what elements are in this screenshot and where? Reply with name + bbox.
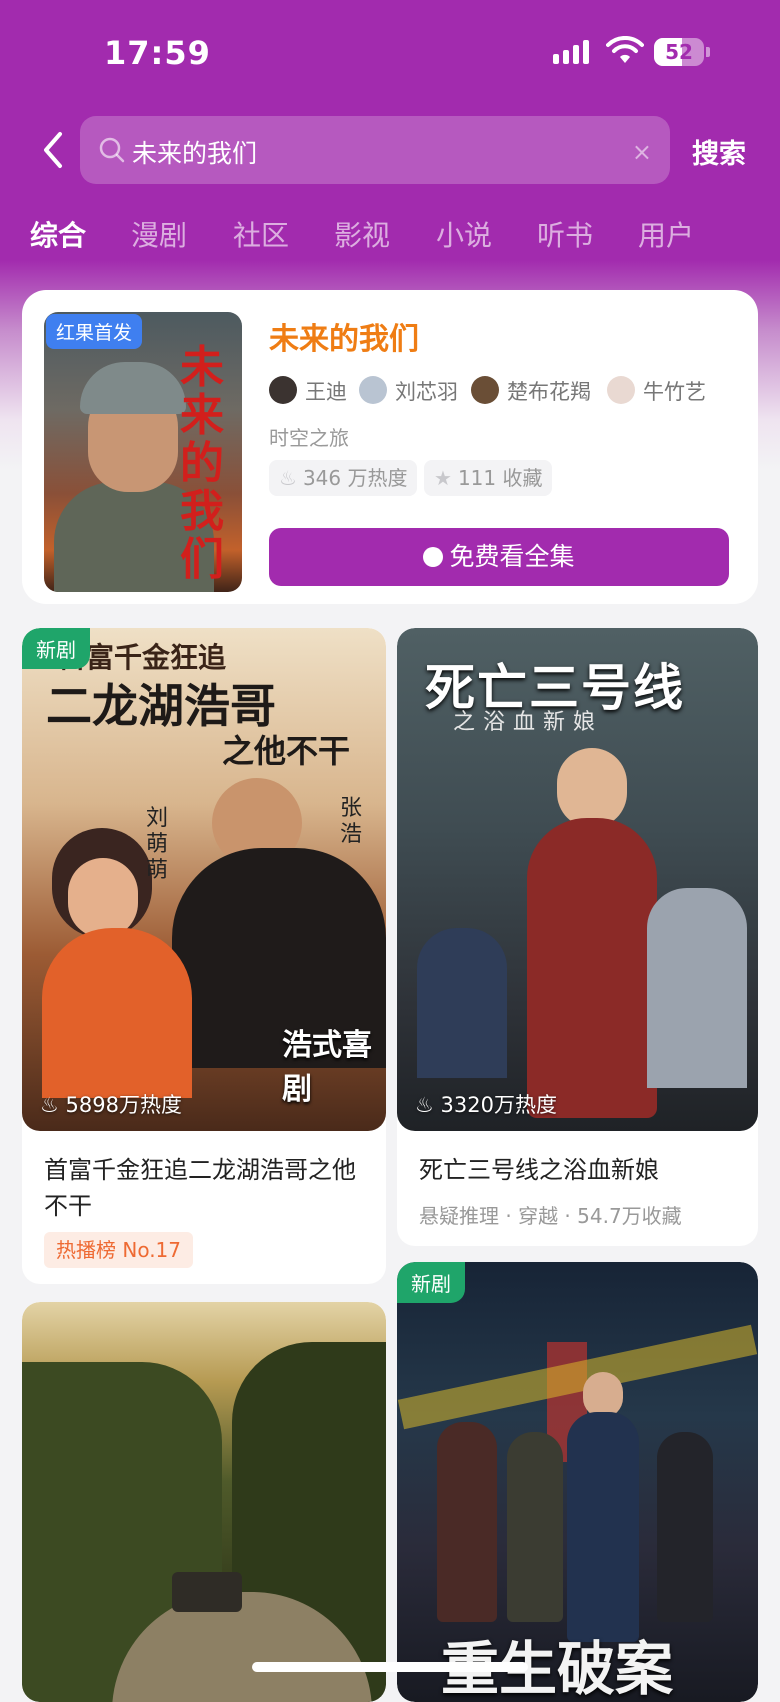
search-icon	[99, 137, 125, 163]
drama-card[interactable]: 重生破案 新剧	[397, 1262, 758, 1702]
top-result-card[interactable]: 未来的我们 红果首发 未来的我们 王迪 刘芯羽 楚布花羯 牛竹艺 时空之旅 ♨ 3…	[22, 290, 758, 604]
search-query[interactable]: 未来的我们	[132, 134, 257, 170]
cast-list: 王迪 刘芯羽 楚布花羯 牛竹艺	[269, 374, 749, 408]
status-bar: 17:59 52	[0, 0, 780, 100]
cast-name: 楚布花羯	[507, 380, 591, 404]
poster-subtitle: 之他不干	[222, 732, 351, 770]
cast-name: 牛竹艺	[643, 380, 706, 404]
drama-card[interactable]: 首富千金狂追 二龙湖浩哥 之他不干 刘萌萌 张浩 浩式喜剧 ♨ 5898万热度 …	[22, 628, 386, 1284]
watch-full-series-button[interactable]: 免费看全集	[269, 528, 729, 586]
avatar	[269, 376, 297, 404]
drama-card[interactable]: 死亡三号线 之浴血新娘 ♨ 3320万热度 死亡三号线之浴血新娘 悬疑推理 · …	[397, 628, 758, 1246]
poster-figure-body	[42, 928, 192, 1098]
poster-figure-body	[507, 1432, 563, 1622]
drama-card[interactable]	[22, 1302, 386, 1702]
cast-name: 王迪	[305, 380, 347, 404]
clear-search-icon[interactable]: ×	[632, 138, 652, 166]
status-time: 17:59	[104, 34, 211, 72]
poster-figure-face	[68, 858, 138, 938]
drama-poster[interactable]: 首富千金狂追 二龙湖浩哥 之他不干 刘萌萌 张浩 浩式喜剧 ♨ 5898万热度 …	[22, 628, 386, 1131]
poster-figure-face	[557, 748, 627, 828]
tab-comic-drama[interactable]: 漫剧	[131, 214, 187, 254]
poster-heat: ♨ 5898万热度	[40, 1089, 182, 1119]
poster-subtitle: 之浴血新娘	[453, 710, 604, 735]
new-drama-tag: 新剧	[397, 1262, 465, 1303]
battery-tip	[706, 47, 710, 57]
drama-meta: 悬疑推理 · 穿越 · 54.7万收藏	[419, 1204, 682, 1228]
poster-name: 张浩	[340, 796, 363, 847]
drama-title[interactable]: 首富千金狂追二龙湖浩哥之他不干	[44, 1152, 364, 1224]
watch-button-label: 免费看全集	[449, 542, 575, 571]
tab-users[interactable]: 用户	[638, 214, 694, 254]
poster-figure-body	[657, 1432, 713, 1622]
drama-title[interactable]: 死亡三号线之浴血新娘	[419, 1152, 739, 1188]
heat-chip: ♨ 346 万热度	[269, 460, 418, 496]
heat-value: 346 万热度	[302, 466, 408, 490]
tab-film-tv[interactable]: 影视	[334, 214, 390, 254]
flame-icon: ♨	[415, 1093, 441, 1117]
favorites-chip: ★ 111 收藏	[424, 460, 553, 496]
back-arrow-icon[interactable]	[36, 128, 70, 172]
poster-heat: ♨ 3320万热度	[415, 1089, 557, 1119]
avatar	[359, 376, 387, 404]
poster-figure-body	[437, 1422, 497, 1622]
tab-audiobooks[interactable]: 听书	[537, 214, 593, 254]
flame-icon: ♨	[279, 466, 297, 490]
tab-community[interactable]: 社区	[233, 214, 289, 254]
poster-figure-body	[567, 1412, 639, 1642]
avatar	[607, 376, 635, 404]
new-drama-tag: 新剧	[22, 628, 90, 669]
poster-corner-text: 浩式喜剧	[282, 1028, 372, 1107]
flame-icon: ♨	[40, 1093, 66, 1117]
premiere-badge: 红果首发	[46, 314, 143, 349]
heat-value: 5898万热度	[65, 1093, 182, 1117]
home-indicator[interactable]	[252, 1662, 528, 1672]
wifi-icon	[606, 36, 644, 63]
cellular-signal-icon	[553, 40, 593, 64]
poster-figure-dress	[527, 818, 657, 1118]
favorites-value: 111 收藏	[457, 466, 543, 490]
cast-name: 刘芯羽	[395, 380, 458, 404]
play-icon	[423, 547, 444, 567]
tab-novels[interactable]: 小说	[436, 214, 492, 254]
top-result-poster[interactable]: 未来的我们 红果首发	[44, 312, 242, 592]
tab-comprehensive[interactable]: 综合	[30, 214, 86, 254]
drama-poster[interactable]: 重生破案 新剧	[397, 1262, 758, 1702]
poster-figure-cap	[80, 362, 186, 414]
poster-figure-body	[647, 888, 747, 1088]
top-result-title[interactable]: 未来的我们	[269, 314, 419, 358]
poster-name: 刘萌萌	[146, 806, 169, 883]
drama-poster[interactable]: 死亡三号线 之浴血新娘 ♨ 3320万热度	[397, 628, 758, 1131]
drama-poster[interactable]	[22, 1302, 386, 1702]
poster-figure-body	[417, 928, 507, 1078]
poster-truck	[172, 1572, 242, 1612]
battery-icon: 52	[654, 38, 704, 66]
ranking-badge[interactable]: 热播榜 No.17	[44, 1232, 194, 1268]
search-input[interactable]: 未来的我们 ×	[80, 116, 670, 184]
heat-value: 3320万热度	[440, 1093, 557, 1117]
battery-level: 52	[665, 40, 693, 64]
genre-label: 时空之旅	[269, 426, 349, 450]
avatar	[471, 376, 499, 404]
poster-title-art: 未来的我们	[180, 342, 224, 585]
search-button[interactable]: 搜索	[692, 132, 746, 171]
result-tabs: 综合 漫剧 社区 影视 小说 听书 用户	[0, 214, 780, 264]
star-icon: ★	[434, 466, 452, 490]
